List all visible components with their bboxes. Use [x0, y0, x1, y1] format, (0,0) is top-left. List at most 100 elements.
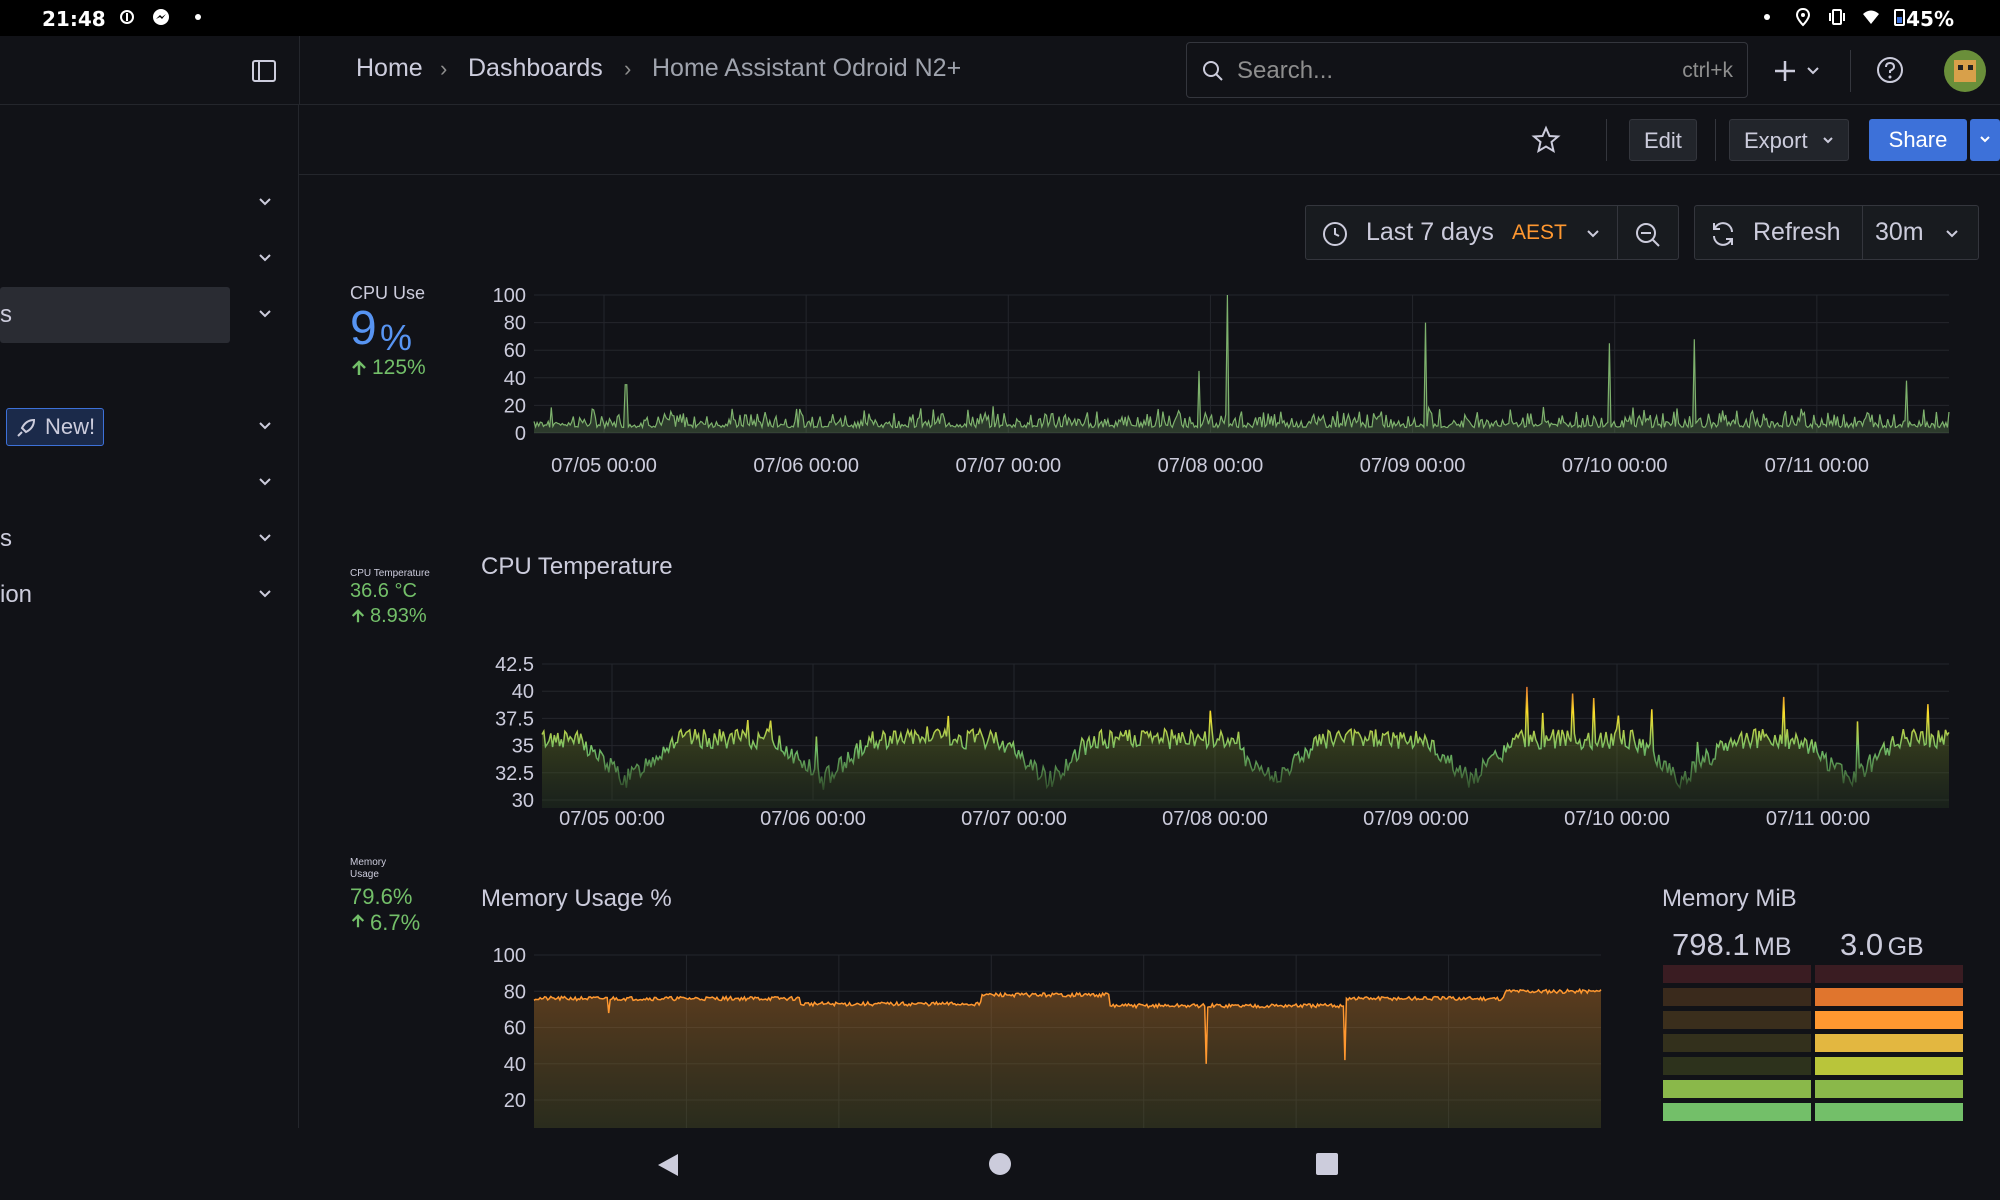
refresh-interval-picker[interactable]: 30m: [1863, 205, 1979, 260]
divider: [1850, 50, 1851, 92]
active-highlight: [0, 287, 230, 343]
chevron-down-icon[interactable]: [1806, 66, 1820, 76]
x-tick-label: 07/05 00:00: [559, 808, 665, 830]
export-button[interactable]: Export: [1729, 119, 1849, 161]
chevron-down-icon[interactable]: [258, 251, 272, 265]
y-tick-label: 35: [512, 736, 534, 758]
sidebar-item[interactable]: s: [0, 511, 299, 567]
data-saver-icon: [120, 10, 134, 24]
gauge-cell-used: [1663, 1034, 1811, 1052]
memory-usage-stat-panel[interactable]: Memory Usage 79.6% 6.7%: [350, 857, 460, 957]
clock-icon: [1323, 222, 1347, 246]
zoom-out-button[interactable]: [1618, 205, 1679, 260]
y-tick-label: 42.5: [495, 654, 534, 676]
back-icon[interactable]: [656, 1152, 680, 1178]
refresh-button[interactable]: Refresh: [1694, 205, 1863, 260]
help-icon[interactable]: [1876, 56, 1904, 84]
series-line: [533, 294, 1950, 430]
gauge-cell-used: [1663, 1057, 1811, 1075]
x-tick-label: 07/06 00:00: [753, 455, 859, 477]
chevron-down-icon: [1587, 230, 1599, 238]
chevron-down-icon[interactable]: [258, 419, 272, 433]
memory-mib-panel[interactable]: Memory MiB 798.1 MB 3.0 GB: [1662, 885, 1982, 1128]
x-tick-label: 07/05 00:00: [551, 455, 657, 477]
chevron-down-icon[interactable]: [258, 307, 272, 321]
y-tick-label: 20: [504, 395, 526, 417]
cpu-use-chart: 100 80 60 40 20 0 07/05 00:00 07/06 00:00 07/07 …: [493, 285, 1950, 477]
time-range-label: Last 7 days: [1366, 218, 1494, 246]
x-tick-label: 07/10 00:00: [1564, 808, 1670, 830]
time-range-picker[interactable]: Last 7 days AEST: [1305, 205, 1618, 260]
stat-delta: 125%: [372, 356, 426, 379]
breadcrumb-home[interactable]: Home: [356, 54, 423, 83]
stat-delta: 6.7%: [370, 910, 421, 935]
chevron-down-icon: [1946, 230, 1958, 238]
stat-title: CPU Temperature: [350, 568, 430, 579]
x-tick-label: 07/11 00:00: [1765, 455, 1869, 477]
y-tick-label: 80: [504, 313, 526, 335]
chevron-down-icon[interactable]: [258, 531, 272, 545]
sidebar-item[interactable]: New!: [0, 399, 299, 455]
chevron-down-icon[interactable]: [258, 475, 272, 489]
breadcrumb-current: Home Assistant Odroid N2+: [652, 54, 962, 82]
sidebar-item-active[interactable]: s: [0, 287, 299, 343]
chevron-down-icon[interactable]: [258, 587, 272, 601]
share-button[interactable]: Share: [1869, 119, 1967, 161]
series-area: [542, 686, 1949, 808]
x-tick-label: 07/09 00:00: [1363, 808, 1469, 830]
cpu-temperature-stat-panel[interactable]: CPU Temperature 36.6 °C 8.93%: [350, 568, 460, 638]
y-tick-label: 37.5: [495, 708, 534, 730]
y-tick-label: 60: [504, 340, 526, 362]
dock-menu-icon[interactable]: [252, 59, 276, 83]
cpu-temperature-chart: 42.5 40 37.5 35 32.5 30 07/05 00:00 07/06 00:00…: [495, 654, 1950, 830]
notification-dot-icon: [1764, 14, 1770, 20]
x-tick-label: 07/09 00:00: [1360, 455, 1466, 477]
memory-bar-gauge: [1663, 965, 1963, 1121]
avatar[interactable]: [1944, 50, 1986, 92]
gauge-cell-used: [1663, 1103, 1811, 1121]
gauge-cell-used: [1663, 965, 1811, 983]
android-navigation-bar: [0, 1128, 2000, 1200]
share-dropdown-button[interactable]: [1970, 119, 2000, 161]
cpu-use-stat-panel[interactable]: CPU Use 9 % 125%: [350, 283, 460, 383]
android-status-bar: 21:48 45%: [0, 0, 2000, 36]
cpu-temperature-chart-panel[interactable]: CPU Temperature 42.5 40 37.5 35 32.5 30 07/05 …: [479, 553, 1979, 833]
stat-delta: 8.93%: [370, 605, 427, 627]
y-tick-label: 0: [515, 423, 526, 445]
recents-icon[interactable]: [1316, 1153, 1338, 1175]
x-tick-label: 07/08 00:00: [1162, 808, 1268, 830]
y-tick-label: 60: [504, 1018, 526, 1040]
breadcrumb-dashboards[interactable]: Dashboards: [468, 54, 603, 83]
breadcrumb-separator: ›: [624, 56, 632, 81]
search-icon: [1203, 61, 1223, 81]
home-icon[interactable]: [988, 1152, 1012, 1176]
rocket-icon: [17, 418, 36, 437]
messenger-icon: [153, 9, 169, 25]
y-tick-label: 40: [504, 368, 526, 390]
divider: [1715, 119, 1716, 161]
x-tick-label: 07/07 00:00: [961, 808, 1067, 830]
gauge-cell-total: [1815, 1011, 1963, 1029]
wifi-icon: [1863, 10, 1879, 24]
y-tick-label: 80: [504, 981, 526, 1003]
chevron-down-icon[interactable]: [258, 195, 272, 209]
battery-percent: 45%: [1906, 7, 1954, 31]
new-badge: New!: [6, 408, 105, 446]
stat-title: Memory Usage: [350, 857, 387, 880]
search-placeholder: Search...: [1237, 57, 1334, 84]
sidebar-item[interactable]: [0, 231, 299, 287]
panel-title: CPU Temperature: [481, 553, 673, 580]
gauge-cell-total: [1815, 988, 1963, 1006]
sidebar-item[interactable]: ion: [0, 567, 299, 623]
star-icon[interactable]: [1531, 125, 1561, 154]
plus-icon[interactable]: [1772, 58, 1798, 84]
sidebar-item[interactable]: [0, 175, 299, 231]
search-bar[interactable]: Search... ctrl+k: [1186, 42, 1748, 98]
edit-button[interactable]: Edit: [1629, 119, 1697, 161]
x-tick-label: 07/10 00:00: [1562, 455, 1668, 477]
refresh-interval-label: 30m: [1875, 218, 1924, 246]
cpu-use-chart-panel[interactable]: 100 80 60 40 20 0 07/05 00:00 07/06 00:00 07/07 …: [479, 283, 1979, 483]
notification-dot-icon: [195, 14, 201, 20]
sidebar-item[interactable]: [0, 455, 299, 511]
divider: [299, 36, 300, 105]
